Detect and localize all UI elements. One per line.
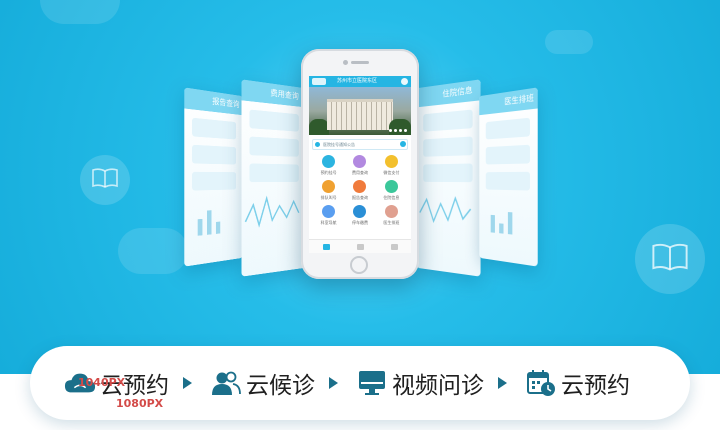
- service-grid-label: 微信支付: [383, 170, 400, 175]
- service-grid-item[interactable]: 住院信息: [376, 180, 407, 201]
- service-grid-item[interactable]: 科室导航: [313, 205, 344, 226]
- promo-banner: 报告查询 费用查询 住院信息 医生排班 苏州市立医院东区 医院挂号通知公告 预约…: [0, 0, 720, 430]
- service-grid-item[interactable]: 停车缴费: [344, 205, 375, 226]
- bar-graphic: [197, 210, 221, 236]
- message-tab-icon[interactable]: [356, 243, 364, 250]
- feature-cloud-appointment-2: 云预约: [525, 366, 630, 400]
- card-title: 报告查询: [184, 87, 243, 116]
- floating-card-left-inner: 费用查询: [241, 79, 306, 277]
- dimension-width-label: 1040PX: [78, 376, 126, 389]
- calendar-clock-icon: [525, 369, 557, 397]
- arrow-right-icon: [183, 377, 192, 389]
- service-grid-label: 科室导航: [320, 220, 337, 225]
- cloud-decoration-left: [118, 228, 188, 274]
- card-row: [192, 117, 237, 140]
- cloud-decoration-top: [40, 0, 120, 24]
- wave-graphic: [416, 189, 476, 232]
- car-icon: [353, 205, 367, 218]
- arrow-right-icon: [498, 377, 507, 389]
- monitor-icon: [356, 369, 388, 397]
- feature-cloud-waiting: 云候诊: [210, 366, 315, 400]
- service-grid-label: 报告查询: [351, 195, 368, 200]
- card-row: [423, 136, 473, 157]
- wallet-icon: [384, 155, 398, 168]
- home-button: [350, 256, 368, 274]
- service-grid: 预约挂号 费用查询 微信支付排队叫号 报告查询 住院信息科室导航 停车缴费 医生排班: [309, 150, 411, 226]
- report-icon: [353, 180, 367, 193]
- service-grid-item[interactable]: 预约挂号: [313, 155, 344, 176]
- carousel-dots[interactable]: [389, 129, 407, 132]
- users-icon: [210, 369, 242, 397]
- card-row: [249, 109, 299, 132]
- service-grid-label: 停车缴费: [351, 220, 368, 225]
- close-icon[interactable]: [401, 78, 408, 85]
- service-grid-item[interactable]: 报告查询: [344, 180, 375, 201]
- service-grid-item[interactable]: 费用查询: [344, 155, 375, 176]
- service-grid-item[interactable]: 排队叫号: [313, 180, 344, 201]
- feature-label: 云候诊: [246, 373, 315, 399]
- card-title: 住院信息: [416, 79, 481, 108]
- card-title: 医生排班: [479, 87, 538, 116]
- card-row: [423, 109, 473, 132]
- service-grid-label: 费用查询: [351, 170, 368, 175]
- service-grid-label: 住院信息: [383, 195, 400, 200]
- bill-icon: [353, 155, 367, 168]
- cloud-decoration-right: [545, 30, 593, 54]
- service-grid-label: 排队叫号: [320, 195, 337, 200]
- feature-video-consultation: 视频问诊: [356, 366, 484, 400]
- phone-speaker: [351, 61, 369, 64]
- wave-graphic: [241, 190, 302, 233]
- book-icon: [652, 243, 688, 275]
- doctor-icon: [384, 205, 398, 218]
- home-tab-icon[interactable]: [322, 243, 330, 250]
- camera-dot: [343, 60, 348, 65]
- card-row: [249, 136, 299, 157]
- card-row: [423, 163, 473, 183]
- book-bubble-left: [80, 155, 130, 205]
- calendar-icon: [322, 155, 336, 168]
- app-title: 苏州市立医院东区: [337, 78, 378, 84]
- bed-icon: [384, 180, 398, 193]
- hospital-logo: [312, 78, 326, 85]
- card-row: [485, 144, 530, 165]
- service-grid-label: 医生排班: [383, 220, 400, 225]
- app-tab-bar: [309, 239, 411, 253]
- feature-label: 云预约: [561, 373, 630, 399]
- hospital-banner-image: [309, 87, 411, 135]
- card-row: [192, 144, 237, 165]
- queue-icon: [322, 180, 336, 193]
- nav-icon: [322, 205, 336, 218]
- book-bubble-right: [635, 224, 705, 294]
- book-icon: [92, 168, 118, 192]
- card-row: [192, 171, 237, 191]
- service-grid-label: 预约挂号: [320, 170, 337, 175]
- profile-tab-icon[interactable]: [390, 243, 398, 250]
- floating-card-right-inner: 住院信息: [416, 79, 481, 277]
- service-grid-item[interactable]: 微信支付: [376, 155, 407, 176]
- card-row: [485, 117, 530, 140]
- notice-more-button[interactable]: [400, 141, 406, 147]
- phone-screen: 苏州市立医院东区 医院挂号通知公告 预约挂号 费用查询 微信支付排队叫号 报告查询 住院…: [309, 76, 411, 253]
- notice-bar[interactable]: 医院挂号通知公告: [312, 139, 408, 150]
- hospital-building: [327, 99, 393, 130]
- floating-card-right-outer: 医生排班: [479, 87, 538, 267]
- floating-card-left-outer: 报告查询: [184, 87, 243, 267]
- app-header: 苏州市立医院东区: [309, 76, 411, 87]
- notice-text: 医院挂号通知公告: [323, 142, 355, 147]
- phone-mockup: 苏州市立医院东区 医院挂号通知公告 预约挂号 费用查询 微信支付排队叫号 报告查询 住院…: [301, 49, 419, 279]
- dimension-height-label: 1080PX: [116, 397, 164, 410]
- feature-label: 视频问诊: [392, 373, 484, 399]
- card-row: [485, 171, 530, 191]
- service-grid-item[interactable]: 医生排班: [376, 205, 407, 226]
- bar-graphic: [490, 212, 513, 235]
- announcement-icon: [315, 142, 320, 147]
- card-title: 费用查询: [241, 79, 306, 108]
- arrow-right-icon: [329, 377, 338, 389]
- card-row: [249, 163, 299, 183]
